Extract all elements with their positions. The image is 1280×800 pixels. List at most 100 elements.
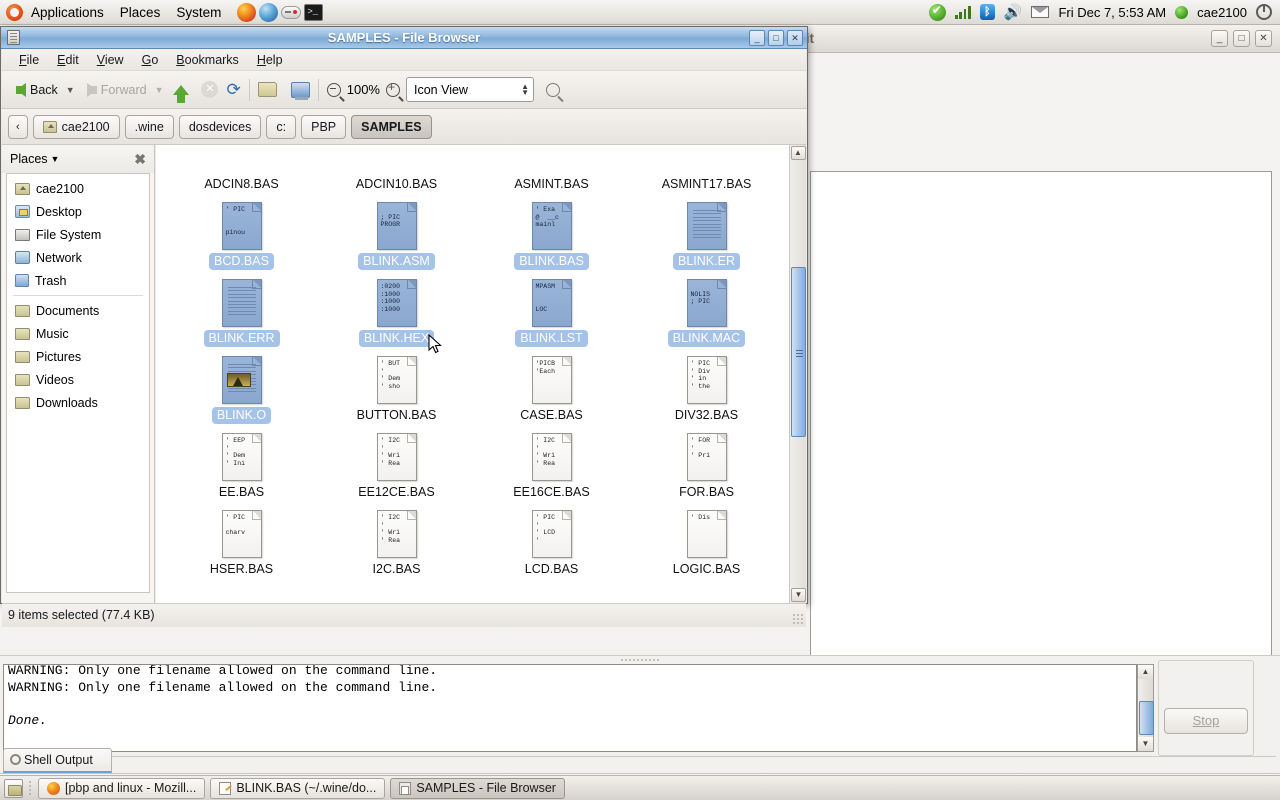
scroll-thumb[interactable]	[791, 267, 806, 437]
zoom-in-icon[interactable]	[385, 80, 400, 97]
back-button[interactable]: Back	[10, 80, 64, 100]
file-item[interactable]: 'PICB 'Each CASE.BAS	[474, 354, 629, 431]
editor-text-area[interactable]	[810, 171, 1272, 676]
terminal-icon[interactable]: >_	[304, 3, 324, 21]
update-ok-icon[interactable]	[928, 3, 946, 21]
file-item[interactable]: ; PIC PROGR BLINK.ASM	[319, 200, 474, 277]
fb-maximize-button[interactable]: □	[768, 30, 784, 46]
zoom-out-icon[interactable]	[326, 82, 341, 97]
up-icon[interactable]	[173, 84, 190, 103]
bluetooth-icon[interactable]: ᛒ	[979, 4, 995, 20]
computer-icon[interactable]	[290, 81, 310, 100]
sidebar-header[interactable]: Places ▼ ✖	[2, 145, 154, 173]
power-icon[interactable]	[1256, 4, 1272, 20]
breadcrumb-prev-button[interactable]: ‹	[8, 114, 28, 139]
menu-view[interactable]: View	[88, 51, 133, 69]
file-item[interactable]: ' I2C ' ' Wri ' Rea EE16CE.BAS	[474, 431, 629, 508]
back-history-chevron-icon[interactable]: ▼	[64, 85, 81, 95]
file-item[interactable]: BLINK.ER	[629, 200, 784, 277]
home-folder-icon[interactable]	[257, 82, 277, 97]
search-icon[interactable]	[545, 82, 560, 97]
file-item[interactable]: ' PIC ' Div ' in ' the DIV32.BAS	[629, 354, 784, 431]
view-mode-select[interactable]: Icon View ▲ ▼	[405, 77, 534, 102]
scroll-down-icon[interactable]: ▼	[791, 588, 806, 602]
window-resize-grip[interactable]	[792, 613, 804, 625]
file-item[interactable]: ADCIN8.BAS	[164, 145, 319, 200]
shell-scroll-down-icon[interactable]: ▼	[1138, 737, 1153, 751]
mail-icon[interactable]	[1031, 6, 1050, 18]
file-item[interactable]: ASMINT.BAS	[474, 145, 629, 200]
sidebar-item-cae2100[interactable]: cae2100	[7, 177, 149, 200]
breadcrumb-item-c[interactable]: c:	[266, 114, 297, 139]
file-browser-titlebar[interactable]: SAMPLES - File Browser _ □ ✕	[1, 27, 807, 49]
shell-scroll-thumb[interactable]	[1139, 701, 1154, 735]
pane-resize-grip[interactable]	[620, 658, 660, 663]
file-item[interactable]: MPASM LOC BLINK.LST	[474, 277, 629, 354]
sidebar-item-trash[interactable]: Trash	[7, 269, 149, 292]
editor-maximize-button[interactable]: □	[1233, 30, 1250, 47]
file-item[interactable]: ' I2C ' ' Wri ' Rea I2C.BAS	[319, 508, 474, 585]
breadcrumb-item-pbp[interactable]: PBP	[301, 114, 347, 139]
menu-bookmarks[interactable]: Bookmarks	[167, 51, 248, 69]
breadcrumb-item-home[interactable]: cae2100	[32, 114, 120, 139]
thunderbird-icon[interactable]	[259, 2, 279, 22]
sidebar-item-network[interactable]: Network	[7, 246, 149, 269]
sidebar-item-downloads[interactable]: Downloads	[7, 391, 149, 414]
fb-minimize-button[interactable]: _	[749, 30, 765, 46]
menu-go[interactable]: Go	[133, 51, 168, 69]
editor-close-button[interactable]: ✕	[1255, 30, 1272, 47]
file-item[interactable]: :0200 :1000 :1000 :1000 BLINK.HEX	[319, 277, 474, 354]
tab-shell-output[interactable]: Shell Output	[3, 748, 112, 773]
breadcrumb-item-wine[interactable]: .wine	[124, 114, 174, 139]
file-item[interactable]: ' EEP ' ' Dem ' Ini EE.BAS	[164, 431, 319, 508]
volume-icon[interactable]: 🔊	[1004, 3, 1023, 21]
file-item[interactable]: ' FOR ' ' Pri FOR.BAS	[629, 431, 784, 508]
shell-scrollbar[interactable]: ▲ ▼	[1137, 664, 1154, 752]
stop-button[interactable]: Stop	[1164, 708, 1248, 734]
file-item[interactable]: BLINK.ERR	[164, 277, 319, 354]
editor-minimize-button[interactable]: _	[1211, 30, 1228, 47]
sidebar-item-desktop[interactable]: Desktop	[7, 200, 149, 223]
taskbar-grip[interactable]	[28, 779, 33, 797]
task-button-firefox[interactable]: [pbp and linux - Mozill...	[38, 777, 206, 799]
clock[interactable]: Fri Dec 7, 5:53 AM	[1058, 5, 1166, 20]
shell-output-text[interactable]: WARNING: Only one filename allowed on th…	[3, 664, 1137, 752]
sidebar-item-pictures[interactable]: Pictures	[7, 345, 149, 368]
file-item[interactable]: ' PIC charv HSER.BAS	[164, 508, 319, 585]
breadcrumb-item-dosdevices[interactable]: dosdevices	[178, 114, 262, 139]
sidebar-close-icon[interactable]: ✖	[134, 151, 146, 168]
file-item[interactable]: ' Exa @ __c mainl BLINK.BAS	[474, 200, 629, 277]
sidebar-item-file-system[interactable]: File System	[7, 223, 149, 246]
fb-close-button[interactable]: ✕	[787, 30, 803, 46]
ubuntu-logo-icon[interactable]	[6, 3, 23, 21]
file-item[interactable]: ' Dis LOGIC.BAS	[629, 508, 784, 585]
show-desktop-button[interactable]	[4, 778, 23, 798]
panel-menu-applications[interactable]: Applications	[23, 3, 112, 22]
file-icon-view[interactable]: ADCIN8.BAS ADCIN10.BAS ASMINT.BAS ASMINT17.…	[156, 145, 789, 603]
menu-file[interactable]: File	[10, 51, 48, 69]
file-item[interactable]: ' I2C ' ' Wri ' Rea EE12CE.BAS	[319, 431, 474, 508]
task-button-editor[interactable]: BLINK.BAS (~/.wine/do...	[210, 777, 386, 799]
shell-scroll-up-icon[interactable]: ▲	[1138, 665, 1153, 679]
breadcrumb-item-samples[interactable]: SAMPLES	[351, 114, 432, 139]
sidebar-item-documents[interactable]: Documents	[7, 299, 149, 322]
menu-edit[interactable]: Edit	[48, 51, 88, 69]
gamepad-icon[interactable]	[281, 5, 302, 19]
file-item[interactable]: NOLIS ; PIC BLINK.MAC	[629, 277, 784, 354]
file-item[interactable]: ASMINT17.BAS	[629, 145, 784, 200]
reload-icon[interactable]: ⟳	[226, 80, 240, 100]
file-item[interactable]: ' PIC pinou BCD.BAS	[164, 200, 319, 277]
scroll-up-icon[interactable]: ▲	[790, 146, 806, 160]
file-view-scrollbar[interactable]: ▲ ▼	[789, 145, 806, 603]
file-item[interactable]: ADCIN10.BAS	[319, 145, 474, 200]
menu-help[interactable]: Help	[248, 51, 292, 69]
sidebar-item-music[interactable]: Music	[7, 322, 149, 345]
user-name[interactable]: cae2100	[1197, 5, 1247, 20]
task-button-file-browser[interactable]: SAMPLES - File Browser	[390, 777, 565, 799]
panel-menu-places[interactable]: Places	[112, 3, 169, 22]
user-status-icon[interactable]	[1175, 5, 1189, 19]
file-item[interactable]: ' BUT ' ' Dem ' sho BUTTON.BAS	[319, 354, 474, 431]
firefox-icon[interactable]	[237, 2, 257, 22]
file-item[interactable]: BLINK.O	[164, 354, 319, 431]
panel-menu-system[interactable]: System	[168, 3, 229, 22]
